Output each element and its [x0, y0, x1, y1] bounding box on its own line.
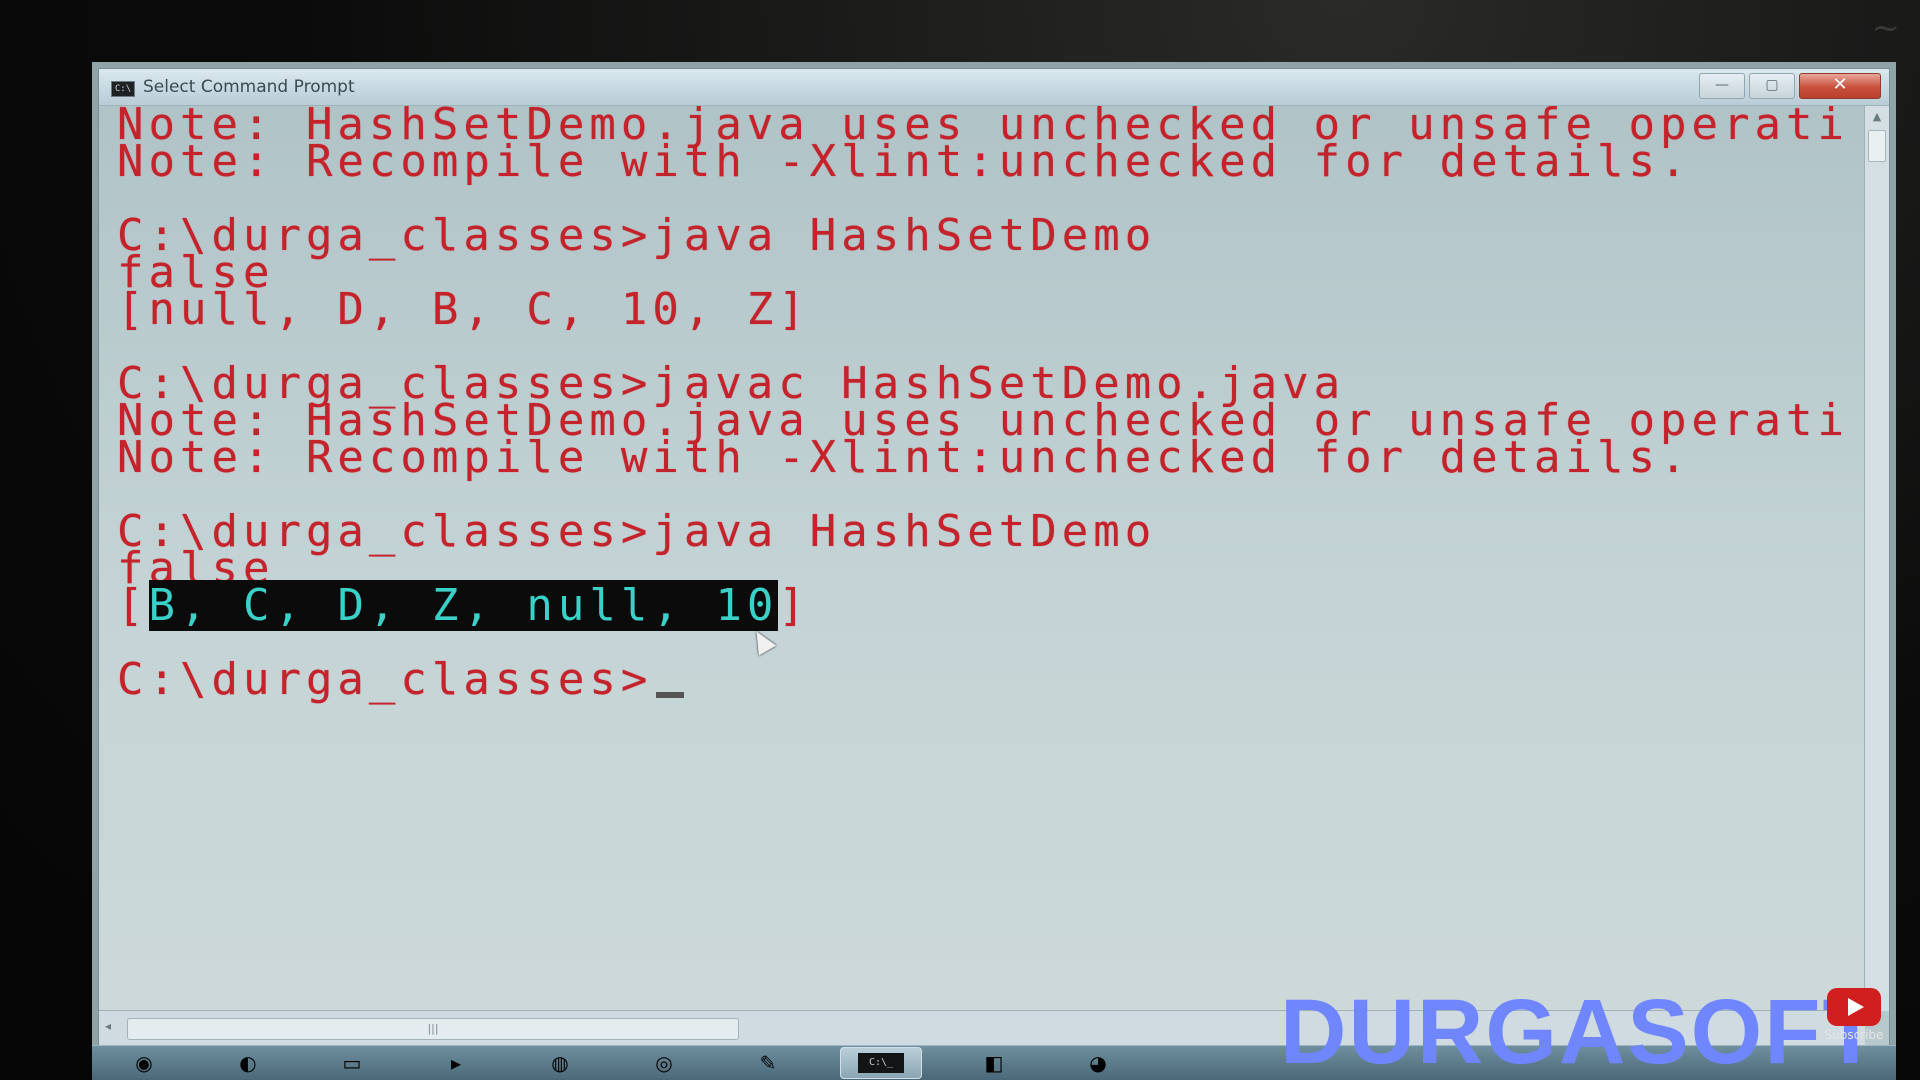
console-line: [null, D, B, C, 10, Z]	[117, 288, 1865, 332]
taskbar-cmd-icon: C:\_	[858, 1053, 904, 1073]
console-text: [	[117, 580, 149, 631]
subscribe-label: Subscribe	[1824, 1028, 1884, 1042]
photo-of-monitor: ~ C:\ Select Command Prompt — ▢ ✕ Note: …	[0, 0, 1920, 1080]
subscribe-badge[interactable]: Subscribe	[1824, 988, 1884, 1042]
taskbar-cmd-item[interactable]: C:\_	[840, 1047, 922, 1079]
durgasoft-watermark: DURGASOFT	[1280, 981, 1881, 1080]
taskbar-ie-icon[interactable]: ◐	[216, 1048, 280, 1078]
monitor-brand-logo: ~	[1871, 8, 1901, 48]
screen: C:\ Select Command Prompt — ▢ ✕ Note: Ha…	[92, 62, 1896, 1080]
scroll-up-arrow-icon[interactable]: ▲	[1865, 106, 1889, 128]
console-line: C:\durga_classes>	[117, 658, 1865, 702]
horizontal-scroll-thumb[interactable]: |||	[127, 1018, 739, 1040]
console-line: Note: Recompile with -Xlint:unchecked fo…	[117, 140, 1865, 184]
cmd-icon: C:\	[111, 81, 135, 97]
console-line: C:\durga_classes>java HashSetDemo	[117, 214, 1865, 258]
taskbar-globe-icon[interactable]: ◕	[1066, 1048, 1130, 1078]
console-line: [B, C, D, Z, null, 10]	[117, 580, 1865, 631]
vertical-scroll-thumb[interactable]	[1868, 130, 1886, 162]
selected-text[interactable]: B, C, D, Z, null, 10	[148, 580, 779, 631]
taskbar-firefox-icon[interactable]: ◍	[528, 1048, 592, 1078]
window-controls: — ▢ ✕	[1699, 73, 1881, 99]
maximize-button[interactable]: ▢	[1749, 73, 1795, 99]
youtube-play-icon	[1827, 988, 1881, 1026]
command-prompt-window: C:\ Select Command Prompt — ▢ ✕ Note: Ha…	[98, 68, 1890, 1048]
taskbar-media-icon[interactable]: ▸	[424, 1048, 488, 1078]
minimize-button[interactable]: —	[1699, 73, 1745, 99]
console-text: [null, D, B, C, 10, Z]	[117, 284, 810, 335]
text-cursor	[656, 692, 685, 698]
console-text: C:\durga_classes>	[117, 654, 653, 705]
console-line: Note: Recompile with -Xlint:unchecked fo…	[117, 436, 1865, 480]
console-text: Note: Recompile with -Xlint:unchecked fo…	[117, 432, 1692, 483]
console-line: C:\durga_classes>java HashSetDemo	[117, 510, 1865, 554]
vertical-scrollbar[interactable]: ▲	[1864, 106, 1889, 1011]
scroll-left-arrow-icon[interactable]: ◂	[105, 1019, 111, 1033]
taskbar-app-icon[interactable]: ◧	[962, 1048, 1026, 1078]
taskbar-editor-icon[interactable]: ✎	[736, 1048, 800, 1078]
close-button[interactable]: ✕	[1799, 73, 1881, 99]
start-orb-icon[interactable]: ◉	[112, 1048, 176, 1078]
taskbar-chrome-icon[interactable]: ◎	[632, 1048, 696, 1078]
taskbar-folder-icon[interactable]: ▭	[320, 1048, 384, 1078]
console-text: ]	[778, 580, 810, 631]
console-text: Note: Recompile with -Xlint:unchecked fo…	[117, 136, 1692, 187]
console-output[interactable]: Note: HashSetDemo.java uses unchecked or…	[99, 106, 1865, 1011]
window-titlebar[interactable]: C:\ Select Command Prompt — ▢ ✕	[99, 69, 1889, 106]
window-title: Select Command Prompt	[143, 77, 355, 97]
